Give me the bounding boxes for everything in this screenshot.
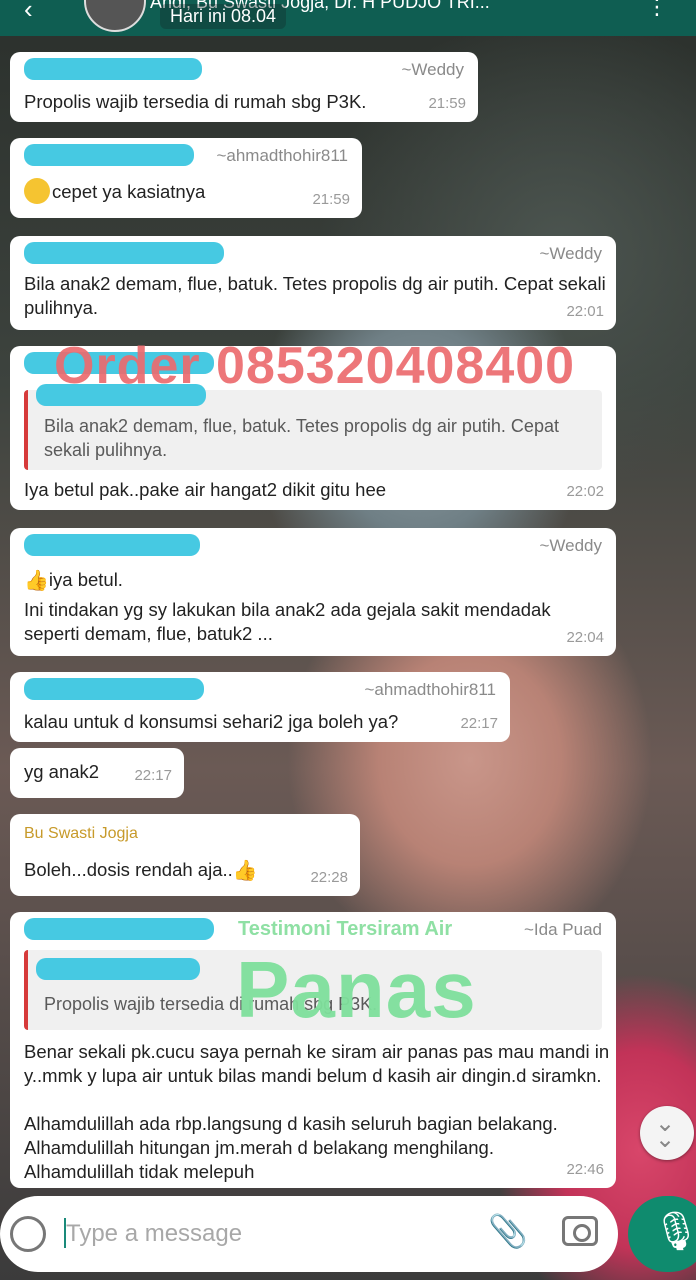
message-text: Propolis wajib tersedia di rumah sbg P3K… (24, 91, 367, 112)
message-bubble[interactable]: ~ahmadthohir811 cepet ya kasiatnya 21:59 (10, 138, 362, 218)
message-bubble[interactable]: ~Weddy Propolis wajib tersedia di rumah … (10, 52, 478, 122)
mic-button[interactable]: 🎙 (628, 1196, 696, 1272)
testimoni-watermark: Testimoni Tersiram Air (238, 918, 453, 940)
message-composer[interactable]: Type a message 📎 (0, 1196, 618, 1272)
camera-icon[interactable] (562, 1216, 598, 1246)
more-vert-icon[interactable]: ⋮ (646, 0, 668, 20)
group-avatar[interactable] (84, 0, 146, 32)
thumbs-up-icon: 👍 (232, 860, 258, 883)
message-text: Bila anak2 demam, flue, batuk. Tetes pro… (24, 273, 606, 318)
sender-name-redacted (24, 534, 200, 556)
sender-name-redacted (24, 918, 214, 940)
paperclip-icon[interactable]: 📎 (488, 1212, 528, 1250)
order-watermark: Order 085320408400 (54, 337, 576, 395)
message-time: 22:01 (566, 303, 604, 320)
message-time: 21:59 (428, 95, 466, 112)
message-time: 22:04 (566, 629, 604, 646)
chat-header[interactable]: ‹ Andi, Bu Swasti Jogja, Dr. H PUDJO TRI… (0, 0, 696, 36)
message-time: 21:59 (312, 191, 350, 208)
message-text-line: cepet ya kasiatnya (24, 178, 206, 206)
chevron-up-icon: ︿ (339, 1202, 359, 1224)
sender-name-redacted (24, 242, 224, 264)
message-bubble[interactable]: ~ahmadthohir811 kalau untuk d konsumsi s… (10, 672, 510, 742)
message-bubble[interactable]: ~Weddy 👍iya betul. Ini tindakan yg sy la… (10, 528, 616, 656)
message-text: Benar sekali pk.cucu saya pernah ke sira… (24, 1041, 610, 1086)
message-text: Boleh...dosis rendah aja.. (24, 859, 233, 880)
microphone-icon: 🎙 (652, 1211, 696, 1253)
message-text: kalau untuk d konsumsi sehari2 jga boleh… (24, 711, 399, 732)
sender-name-redacted (24, 144, 194, 166)
message-time: 22:02 (566, 483, 604, 500)
sender-name-redacted (24, 58, 202, 80)
swipe-reply-hint[interactable]: ︿ BALAS (314, 1202, 384, 1243)
sender-handle: ~ahmadthohir811 (364, 680, 496, 699)
message-text: cepet ya kasiatnya (52, 181, 206, 202)
emoji-icon[interactable] (10, 1216, 46, 1252)
message-bubble[interactable]: ~Weddy Bila anak2 demam, flue, batuk. Te… (10, 236, 616, 330)
back-arrow-icon[interactable]: ‹ (24, 0, 33, 25)
message-text: yg anak2 (24, 761, 100, 782)
message-time: 22:17 (134, 767, 172, 784)
message-text: iya betul. (48, 569, 123, 590)
astonished-face-icon (24, 178, 50, 205)
message-text: Ini tindakan yg sy lakukan bila anak2 ad… (24, 599, 551, 644)
message-text: Iya betul pak..pake air hangat2 dikit gi… (24, 479, 387, 500)
reply-label: BALAS (317, 1222, 381, 1242)
message-bubble[interactable]: yg anak2 22:17 (10, 748, 184, 798)
message-input[interactable]: Type a message (66, 1220, 242, 1248)
chevron-double-down-icon: ⌄ ⌄ (655, 1110, 676, 1153)
sender-handle: ~Weddy (539, 536, 602, 555)
panas-watermark: Panas (236, 945, 477, 1034)
quoted-message[interactable]: Bila anak2 demam, flue, batuk. Tetes pro… (24, 384, 602, 470)
date-label: Hari ini 08.04 (160, 4, 287, 29)
message-text: Alhamdulillah ada rbp.langsung d kasih s… (24, 1113, 558, 1182)
quoted-sender-redacted (36, 958, 200, 980)
message-time: 22:46 (566, 1161, 604, 1178)
message-text-line: Boleh...dosis rendah aja..👍 (24, 858, 258, 883)
thumbs-up-icon: 👍 (24, 570, 49, 593)
sender-name-redacted (24, 678, 204, 700)
sender-handle: ~ahmadthohir811 (216, 146, 348, 165)
sender-handle: ~Weddy (539, 244, 602, 263)
sender-handle: ~Weddy (401, 60, 464, 79)
message-text-line: 👍iya betul. (24, 568, 123, 593)
quoted-text: Bila anak2 demam, flue, batuk. Tetes pro… (44, 416, 559, 460)
sender-name[interactable]: Bu Swasti Jogja (24, 822, 138, 846)
sender-handle: ~Ida Puad (524, 920, 602, 939)
scroll-down-button[interactable]: ⌄ ⌄ (640, 1106, 694, 1160)
message-time: 22:28 (310, 869, 348, 886)
message-bubble[interactable]: Bu Swasti Jogja Boleh...dosis rendah aja… (10, 814, 360, 896)
message-time: 22:17 (460, 715, 498, 732)
